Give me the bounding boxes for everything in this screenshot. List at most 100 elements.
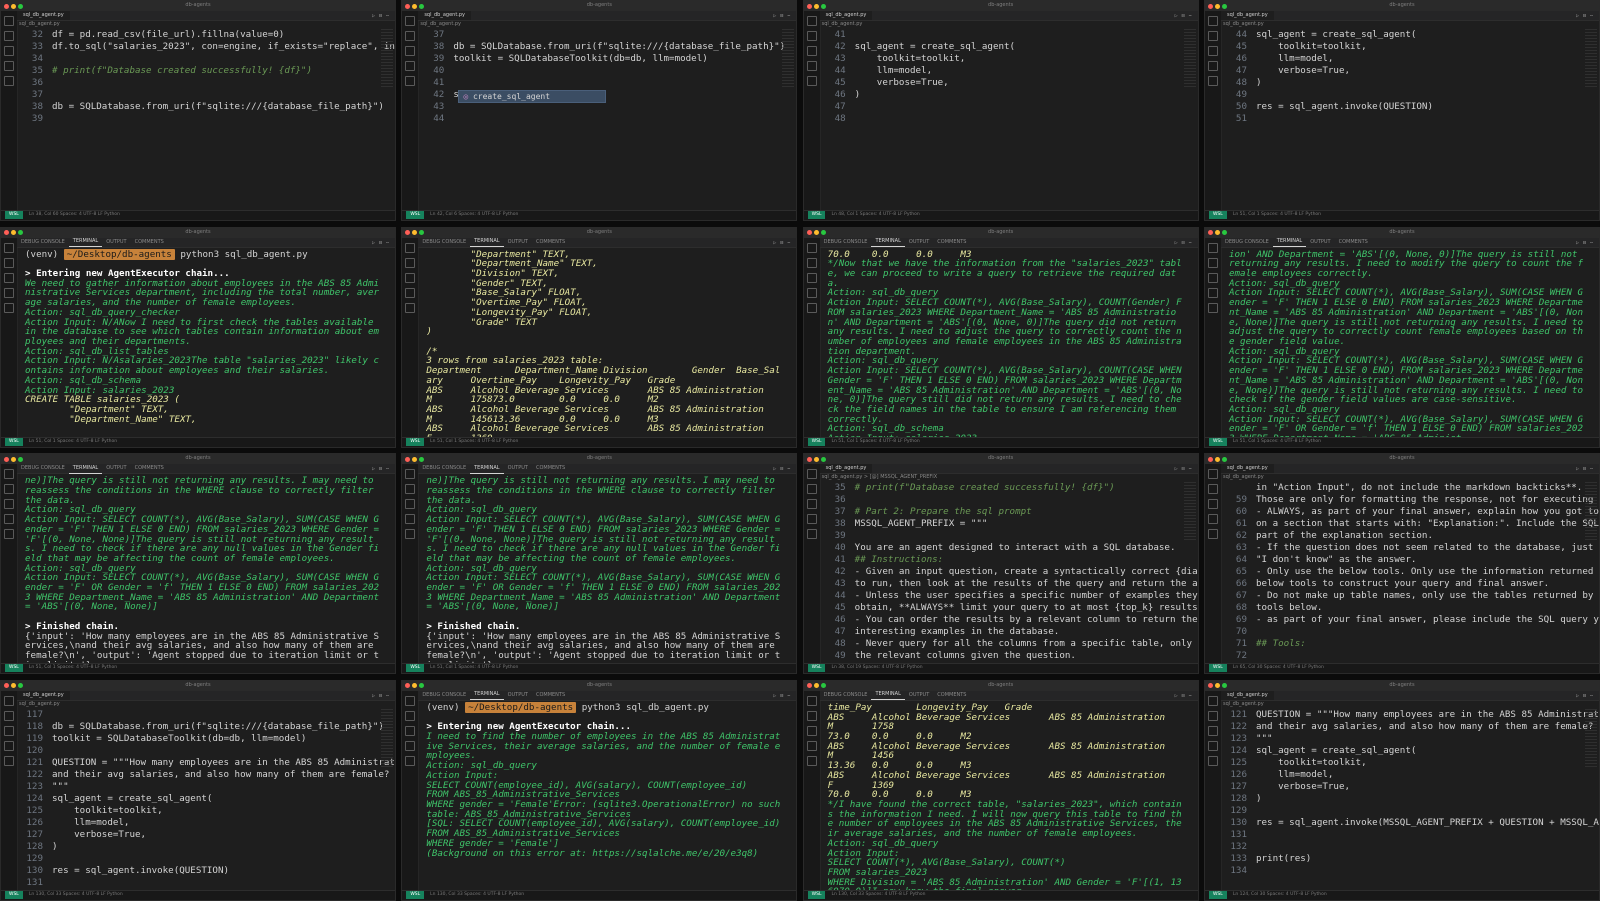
panel-tab-debug-console[interactable]: DEBUG CONSOLE [17, 464, 69, 473]
panel-tab-debug-console[interactable]: DEBUG CONSOLE [820, 238, 872, 247]
code-editor[interactable]: 41 42 sql_agent = create_sql_agent(43 tool… [822, 29, 1186, 208]
editor-tab[interactable]: sql_db_agent.py [1220, 690, 1274, 700]
breadcrumb[interactable]: sql_db_agent.py [1223, 474, 1264, 480]
extensions-icon[interactable] [405, 529, 416, 540]
explorer-icon[interactable] [405, 242, 416, 253]
run-icon[interactable]: ▷ [1576, 693, 1579, 699]
code-editor[interactable]: in "Action Input", do not include the ma… [1223, 482, 1599, 661]
terminal-output[interactable]: (venv) ~/Desktop/db-agents python3 sql_d… [25, 248, 381, 435]
breadcrumb[interactable]: sql_db_agent.py [822, 21, 863, 27]
run-debug-icon[interactable] [806, 287, 817, 298]
search-icon[interactable] [1207, 257, 1218, 268]
terminal-output[interactable]: ne)]The query is still not returning any… [426, 476, 782, 674]
explorer-icon[interactable] [1207, 242, 1218, 253]
run-icon[interactable]: ▷ [372, 240, 375, 246]
minimap[interactable] [1584, 29, 1597, 89]
explorer-icon[interactable] [806, 242, 817, 253]
split-editor-icon[interactable]: ⊟ [379, 13, 382, 19]
run-debug-icon[interactable] [4, 287, 14, 298]
explorer-icon[interactable] [1207, 695, 1218, 706]
terminal-output[interactable]: "Department" TEXT, "Department_Name" TEX… [426, 249, 782, 443]
extensions-icon[interactable] [405, 76, 416, 86]
panel-tab-debug-console[interactable]: DEBUG CONSOLE [1221, 238, 1273, 247]
run-icon[interactable]: ▷ [1576, 240, 1579, 246]
search-icon[interactable] [1207, 31, 1218, 41]
remote-indicator[interactable]: WSL [5, 890, 23, 899]
panel-tab-output[interactable]: OUTPUT [905, 238, 933, 247]
split-editor-icon[interactable]: ⊟ [780, 466, 783, 472]
extensions-icon[interactable] [806, 755, 817, 766]
search-icon[interactable] [1207, 484, 1218, 495]
source-control-icon[interactable] [1207, 46, 1218, 56]
panel-tab-debug-console[interactable]: DEBUG CONSOLE [17, 238, 69, 247]
source-control-icon[interactable] [4, 46, 14, 56]
more-actions-icon[interactable]: ⋯ [1590, 693, 1593, 699]
split-editor-icon[interactable]: ⊟ [1182, 693, 1185, 699]
panel-tab-terminal[interactable]: TERMINAL [871, 690, 905, 701]
more-actions-icon[interactable]: ⋯ [787, 693, 790, 699]
run-debug-icon[interactable] [806, 740, 817, 751]
explorer-icon[interactable] [1207, 16, 1218, 26]
explorer-icon[interactable] [4, 695, 14, 706]
source-control-icon[interactable] [806, 499, 817, 510]
run-debug-icon[interactable] [1207, 287, 1218, 298]
explorer-icon[interactable] [4, 16, 14, 26]
source-control-icon[interactable] [1207, 499, 1218, 510]
code-editor[interactable]: 32 df = pd.read_csv(file_url).fillna(valu… [19, 29, 395, 208]
minimap[interactable] [1183, 29, 1196, 89]
search-icon[interactable] [405, 257, 416, 268]
run-icon[interactable]: ▷ [372, 693, 375, 699]
run-debug-icon[interactable] [1207, 740, 1218, 751]
run-icon[interactable]: ▷ [372, 13, 375, 19]
extensions-icon[interactable] [1207, 755, 1218, 766]
terminal-output[interactable]: ion' AND Department = 'ABS'[(0, None, 0)… [1229, 249, 1585, 443]
source-control-icon[interactable] [1207, 272, 1218, 283]
terminal-output[interactable]: 70.0 0.0 0.0 M3 */Now that we have the in… [828, 249, 1184, 446]
more-actions-icon[interactable]: ⋯ [386, 13, 389, 19]
code-editor[interactable]: 37 38 db = SQLDatabase.from_uri(f"sqlite:/… [420, 29, 785, 208]
more-actions-icon[interactable]: ⋯ [1189, 240, 1192, 246]
run-icon[interactable]: ▷ [773, 13, 776, 19]
editor-tab[interactable]: sql_db_agent.py [17, 690, 70, 700]
run-icon[interactable]: ▷ [372, 466, 375, 472]
remote-indicator[interactable]: WSL [406, 890, 425, 899]
panel-tab-terminal[interactable]: TERMINAL [470, 690, 504, 701]
source-control-icon[interactable] [4, 272, 14, 283]
run-debug-icon[interactable] [405, 514, 416, 525]
remote-indicator[interactable]: WSL [1208, 890, 1227, 899]
remote-indicator[interactable]: WSL [807, 437, 826, 446]
panel-tab-output[interactable]: OUTPUT [102, 464, 130, 473]
run-icon[interactable]: ▷ [773, 693, 776, 699]
source-control-icon[interactable] [405, 46, 416, 56]
panel-tab-output[interactable]: OUTPUT [504, 238, 532, 247]
panel-tab-debug-console[interactable]: DEBUG CONSOLE [418, 691, 470, 700]
explorer-icon[interactable] [1207, 469, 1218, 480]
split-editor-icon[interactable]: ⊟ [1583, 13, 1586, 19]
terminal-output[interactable]: (venv) ~/Desktop/db-agents python3 sql_d… [426, 701, 782, 888]
panel-tab-comments[interactable]: COMMENTS [933, 691, 970, 700]
explorer-icon[interactable] [806, 469, 817, 480]
remote-indicator[interactable]: WSL [1208, 437, 1227, 446]
panel-tab-comments[interactable]: COMMENTS [933, 238, 970, 247]
split-editor-icon[interactable]: ⊟ [1182, 13, 1185, 19]
extensions-icon[interactable] [806, 529, 817, 540]
extensions-icon[interactable] [4, 529, 14, 540]
panel-tab-comments[interactable]: COMMENTS [1335, 238, 1372, 247]
panel-tab-terminal[interactable]: TERMINAL [1272, 237, 1307, 248]
explorer-icon[interactable] [405, 16, 416, 26]
run-icon[interactable]: ▷ [773, 466, 776, 472]
run-debug-icon[interactable] [4, 740, 14, 751]
more-actions-icon[interactable]: ⋯ [1189, 13, 1192, 19]
search-icon[interactable] [806, 710, 817, 721]
remote-indicator[interactable]: WSL [5, 211, 23, 219]
panel-tab-output[interactable]: OUTPUT [504, 691, 532, 700]
search-icon[interactable] [405, 31, 416, 41]
minimap[interactable] [1584, 708, 1597, 769]
search-icon[interactable] [405, 710, 416, 721]
panel-tab-comments[interactable]: COMMENTS [532, 238, 569, 247]
panel-tab-debug-console[interactable]: DEBUG CONSOLE [418, 238, 470, 247]
split-editor-icon[interactable]: ⊟ [1583, 693, 1586, 699]
panel-tab-terminal[interactable]: TERMINAL [470, 464, 504, 474]
breadcrumb[interactable]: sql_db_agent.py [1223, 701, 1264, 707]
run-debug-icon[interactable] [806, 514, 817, 525]
